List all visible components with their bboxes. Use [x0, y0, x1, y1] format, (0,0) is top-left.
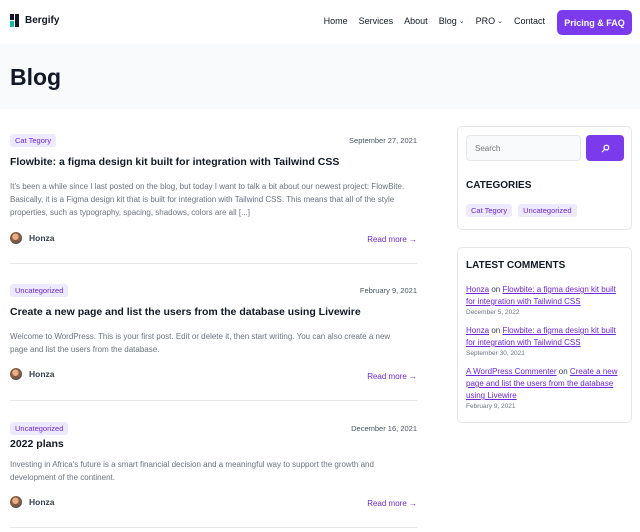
comment-post-link[interactable]: Flowbite: a figma design kit built [503, 285, 616, 294]
comment-item: Honza on Flowbite: a figma design kit bu… [466, 325, 626, 357]
nav-item-about[interactable]: About [404, 16, 428, 26]
comment-date: February 9, 2021 [466, 403, 516, 410]
comment-on-text: on [558, 367, 568, 376]
nav-item-blog[interactable]: Blog ⌄ [439, 16, 465, 26]
post-author[interactable]: Honza [10, 368, 55, 380]
search-icon [601, 144, 609, 152]
author-name: Honza [29, 497, 55, 507]
post-date: September 27, 2021 [349, 136, 417, 145]
comment-post-link[interactable]: for integration with Tailwind CSS [466, 338, 581, 347]
logo-text: Bergify [25, 15, 60, 26]
post-card: Uncategorized February 9, 2021 Create a … [10, 284, 417, 404]
excerpt-line: properties, such as typography, spacing,… [10, 208, 250, 217]
post-title[interactable]: 2022 plans [10, 438, 417, 450]
comment-item: Honza on Flowbite: a figma design kit bu… [466, 284, 626, 316]
post-category-tag[interactable]: Cat Tegory [10, 134, 57, 147]
sidebar-search-categories-card: CATEGORIES Cat Tegory Uncategorized [457, 126, 632, 230]
excerpt-line: development of the continent. [10, 473, 115, 482]
excerpt-line: Basically, it is a Figma design kit that… [10, 195, 395, 204]
excerpt-line: Welcome to WordPress. This is your first… [10, 332, 391, 341]
pricing-faq-button[interactable]: Pricing & FAQ [557, 10, 632, 35]
nav-label: Home [323, 16, 348, 26]
categories-heading: CATEGORIES [466, 180, 532, 191]
nav-label: Contact [513, 16, 545, 26]
cta-label: Pricing & FAQ [564, 17, 625, 28]
post-author[interactable]: Honza [10, 496, 55, 508]
comment-on-text: on [491, 326, 501, 335]
avatar [10, 232, 22, 244]
read-more-link[interactable]: Read more → [367, 235, 417, 244]
author-name: Honza [29, 369, 55, 379]
author-name: Honza [29, 233, 55, 243]
nav-label: Blog [438, 16, 457, 26]
site-header: Bergify Home Services About Blog ⌄ PRO ⌄ C… [0, 0, 640, 44]
read-more-link[interactable]: Read more → [367, 499, 417, 508]
post-divider [10, 527, 417, 528]
comment-on-text: on [491, 285, 501, 294]
comment-author-link[interactable]: A WordPress Commenter [466, 367, 557, 376]
category-tag[interactable]: Uncategorized [518, 204, 577, 217]
post-date: December 16, 2021 [351, 424, 417, 433]
post-divider [10, 263, 417, 264]
categories-list: Cat Tegory Uncategorized [466, 204, 577, 217]
category-tag[interactable]: Cat Tegory [466, 204, 513, 217]
comment-post-link[interactable]: Flowbite: a figma design kit built [503, 326, 616, 335]
post-card: Cat Tegory September 27, 2021 Flowbite: … [10, 134, 417, 266]
search-button[interactable] [586, 135, 624, 161]
post-title[interactable]: Flowbite: a figma design kit built for i… [10, 156, 417, 168]
post-category-tag[interactable]: Uncategorized [10, 284, 69, 297]
nav-label: PRO [475, 16, 496, 26]
comment-post-link[interactable]: Create a new [570, 367, 618, 376]
comment-date: September 30, 2021 [466, 350, 525, 357]
comment-author-link[interactable]: Honza [466, 285, 489, 294]
page-title: Blog [10, 64, 62, 90]
post-excerpt: Welcome to WordPress. This is your first… [10, 330, 417, 356]
comment-post-link[interactable]: for integration with Tailwind CSS [466, 297, 581, 306]
excerpt-line: page and list the users from the databas… [10, 345, 160, 354]
sidebar-latest-comments-card: LATEST COMMENTS Honza on Flowbite: a fig… [457, 247, 632, 423]
avatar [10, 496, 22, 508]
nav-item-contact[interactable]: Contact [514, 16, 545, 26]
main-nav: Home Services About Blog ⌄ PRO ⌄ Contact [313, 16, 545, 26]
comment-post-link[interactable]: using Livewire [466, 391, 517, 400]
post-excerpt: It's been a while since I last posted on… [10, 180, 417, 219]
post-title[interactable]: Create a new page and list the users fro… [10, 306, 417, 318]
read-more-link[interactable]: Read more → [367, 372, 417, 381]
nav-label: About [404, 16, 428, 26]
nav-item-home[interactable]: Home [324, 16, 348, 26]
nav-item-services[interactable]: Services [359, 16, 394, 26]
search-input[interactable] [466, 135, 581, 161]
post-divider [10, 400, 417, 401]
page-title-band: Blog [0, 44, 640, 109]
latest-comments-heading: LATEST COMMENTS [466, 260, 566, 271]
post-excerpt: Investing in Africa's future is a smart … [10, 458, 417, 484]
avatar [10, 368, 22, 380]
post-author[interactable]: Honza [10, 232, 55, 244]
post-date: February 9, 2021 [359, 286, 417, 295]
excerpt-line: It's been a while since I last posted on… [10, 182, 405, 191]
nav-item-pro[interactable]: PRO ⌄ [476, 16, 503, 26]
comment-date: December 5, 2022 [466, 309, 520, 316]
site-logo[interactable]: Bergify [10, 14, 59, 27]
chevron-down-icon: ⌄ [497, 18, 503, 25]
chevron-down-icon: ⌄ [458, 18, 465, 25]
excerpt-line: Investing in Africa's future is a smart … [10, 460, 374, 469]
post-card: Uncategorized December 16, 2021 2022 pla… [10, 422, 417, 530]
post-category-tag[interactable]: Uncategorized [10, 422, 69, 435]
comment-post-link[interactable]: page and list the users from the databas… [466, 379, 613, 388]
comment-author-link[interactable]: Honza [466, 326, 489, 335]
nav-label: Services [358, 16, 394, 26]
logo-icon [10, 14, 19, 27]
comment-item: A WordPress Commenter on Create a new pa… [466, 366, 626, 410]
